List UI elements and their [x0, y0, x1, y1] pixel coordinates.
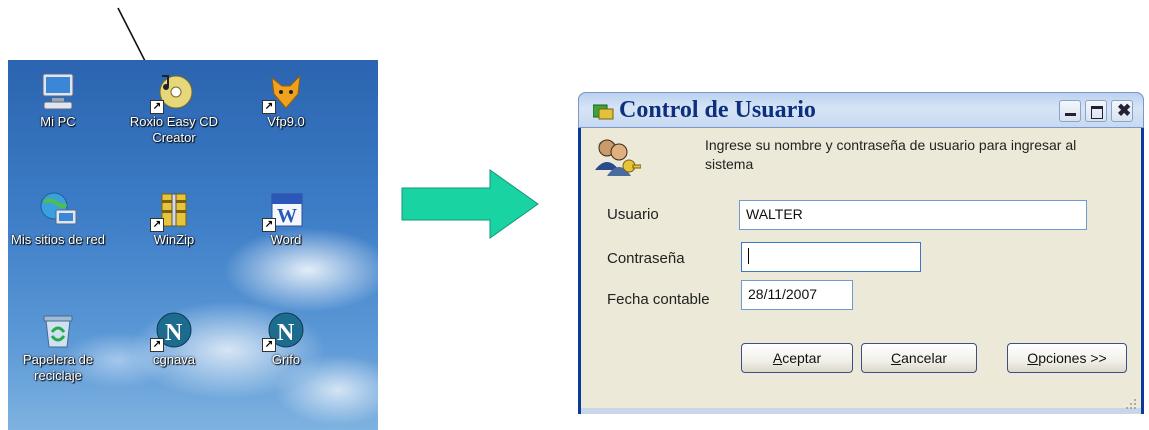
desktop-icon-label: cgnava: [153, 352, 195, 367]
my-computer-icon: [38, 72, 78, 112]
usuario-label: Usuario: [607, 206, 659, 223]
desktop-icon-mi-pc[interactable]: Mi PC: [0, 72, 118, 130]
maximize-button[interactable]: [1085, 100, 1107, 122]
resize-grip-icon[interactable]: [1125, 398, 1137, 410]
fecha-contable-label: Fecha contable: [607, 291, 710, 308]
desktop-icon-roxio[interactable]: ↗ Roxio Easy CD Creator: [114, 72, 234, 146]
desktop-icon-label: WinZip: [153, 232, 195, 247]
desktop-icon-grifo[interactable]: N ↗ Grifo: [226, 310, 346, 368]
desktop-icon-label: Papelera de reciclaje: [22, 352, 94, 383]
horizontal-scrollbar[interactable]: [581, 408, 1141, 414]
aceptar-button[interactable]: Aceptar: [741, 343, 853, 373]
desktop-icon-mis-sitios[interactable]: Mis sitios de red: [0, 190, 118, 248]
shortcut-arrow-icon: ↗: [150, 100, 164, 114]
desktop-icon-cgnava[interactable]: N ↗ cgnava: [114, 310, 234, 368]
contrasena-field[interactable]: [741, 242, 921, 272]
app-window-icon: [592, 103, 615, 126]
recycle-bin-icon: [38, 310, 78, 350]
fecha-contable-value: 28/11/2007: [748, 286, 818, 302]
dialog-titlebar[interactable]: Control de Usuario ✖: [578, 92, 1144, 128]
aceptar-mnemonic: A: [772, 350, 783, 366]
desktop-icon-label: Mis sitios de red: [11, 232, 105, 247]
shortcut-arrow-icon: ↗: [150, 218, 164, 232]
close-button[interactable]: ✖: [1111, 100, 1133, 122]
shortcut-arrow-icon: ↗: [150, 338, 164, 352]
opciones-label: pciones >>: [1038, 350, 1107, 366]
svg-text:N: N: [165, 320, 183, 346]
netscape-icon: N ↗: [150, 310, 194, 352]
usuario-field[interactable]: WALTER: [739, 200, 1087, 230]
desktop: Mi PC ↗ Roxio Easy CD Creator ↗ Vfp9.0 M…: [8, 60, 378, 430]
maximize-icon: [1091, 106, 1103, 119]
network-places-icon: [38, 190, 78, 230]
desktop-icon-label: Grifo: [271, 352, 301, 367]
opciones-mnemonic: O: [1027, 350, 1039, 366]
winzip-icon: ↗: [150, 190, 194, 232]
instructions-text: Ingrese su nombre y contraseña de usuari…: [705, 137, 1077, 172]
shortcut-arrow-icon: ↗: [262, 218, 276, 232]
dialog-title: Control de Usuario: [619, 97, 816, 123]
netscape-icon: N ↗: [262, 310, 306, 352]
desktop-icon-label: Mi PC: [40, 114, 76, 129]
desktop-icon-winzip[interactable]: ↗ WinZip: [114, 190, 234, 248]
desktop-icon-word[interactable]: W ↗ Word: [226, 190, 346, 248]
login-dialog: Control de Usuario ✖ Ingrese su nombre y…: [578, 92, 1144, 414]
svg-text:W: W: [277, 205, 297, 227]
desktop-icon-label: Vfp9.0: [267, 114, 305, 129]
shortcut-arrow-icon: ↗: [262, 338, 276, 352]
minimize-button[interactable]: [1059, 100, 1081, 122]
transition-arrow-icon: [401, 169, 539, 239]
cd-creator-icon: ↗: [150, 72, 194, 114]
aceptar-label: ceptar: [782, 350, 822, 366]
desktop-icon-vfp[interactable]: ↗ Vfp9.0: [226, 72, 346, 130]
cancelar-mnemonic: C: [890, 350, 902, 366]
fecha-contable-field[interactable]: 28/11/2007: [741, 280, 853, 310]
shortcut-arrow-icon: ↗: [262, 100, 276, 114]
dialog-body: Ingrese su nombre y contraseña de usuari…: [581, 128, 1141, 414]
desktop-icon-papelera[interactable]: Papelera de reciclaje: [0, 310, 118, 384]
usuario-value: WALTER: [746, 206, 803, 222]
contrasena-label: Contraseña: [607, 250, 685, 267]
text-caret: [748, 248, 749, 264]
desktop-icon-label: Roxio Easy CD Creator: [129, 114, 219, 145]
users-key-icon: [593, 136, 642, 183]
svg-text:N: N: [277, 320, 295, 346]
cancelar-button[interactable]: Cancelar: [861, 343, 977, 373]
minimize-icon: [1065, 113, 1076, 116]
opciones-button[interactable]: Opciones >>: [1007, 343, 1127, 373]
desktop-icon-label: Word: [270, 232, 302, 247]
word-icon: W ↗: [262, 190, 306, 232]
cancelar-label: ancelar: [901, 350, 948, 366]
foxpro-icon: ↗: [262, 72, 306, 114]
close-icon: ✖: [1117, 101, 1132, 120]
